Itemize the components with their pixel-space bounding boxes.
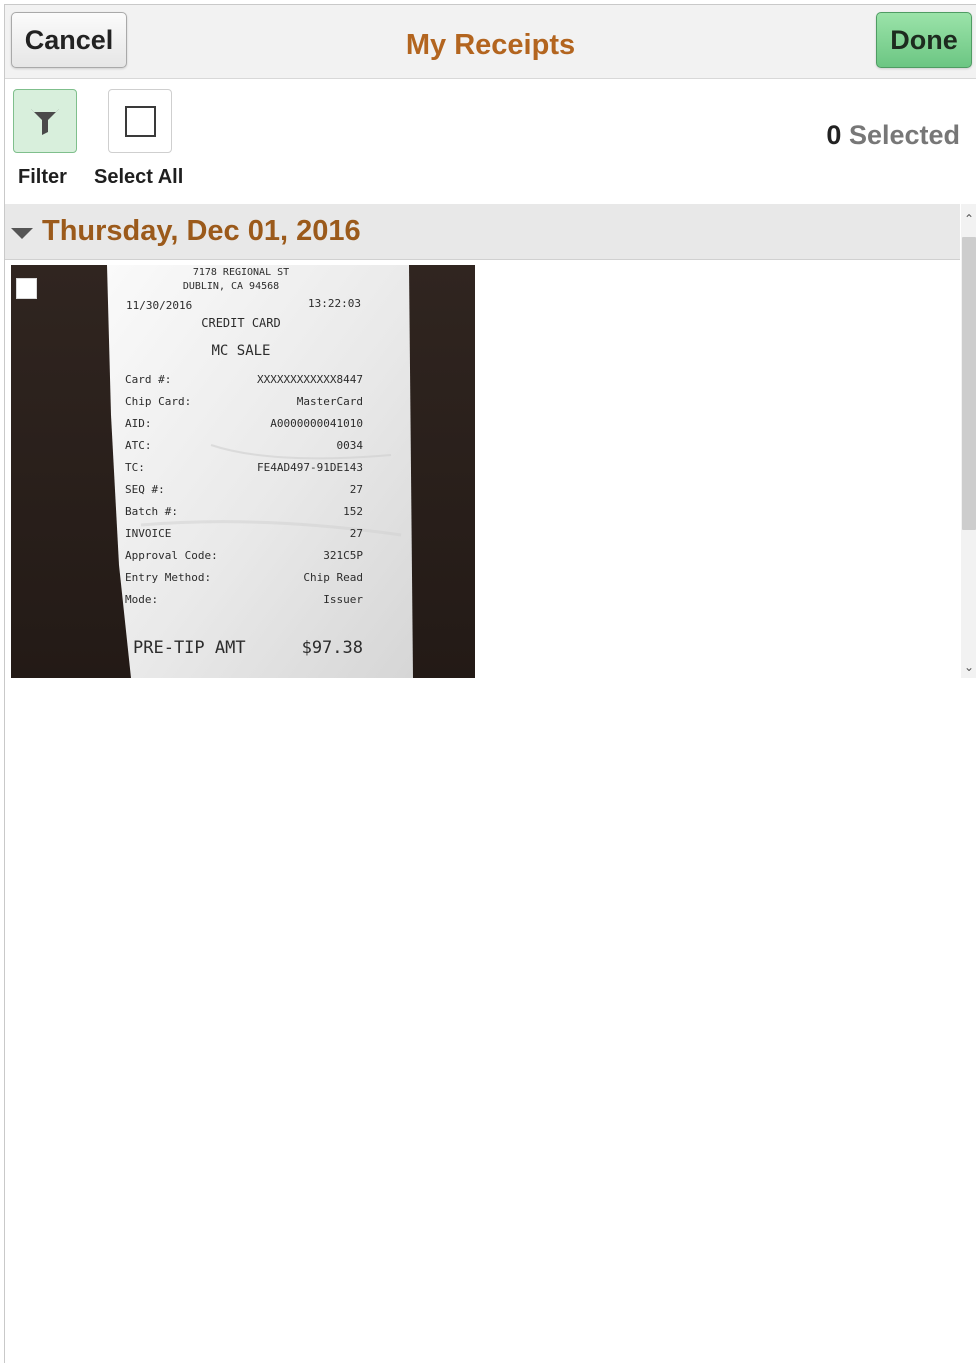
chevron-up-icon[interactable]: ⌃ <box>961 210 976 228</box>
receipt-row-label: Card #: <box>125 373 171 386</box>
date-group-header[interactable]: Thursday, Dec 01, 2016 <box>5 204 960 260</box>
receipt-row-label: Chip Card: <box>125 395 191 408</box>
receipt-time: 13:22:03 <box>308 297 361 310</box>
receipt-row-value: Chip Read <box>303 571 363 584</box>
receipt-row-label: SEQ #: <box>125 483 165 496</box>
receipt-row-value: 152 <box>343 505 363 518</box>
receipt-sale: MC SALE <box>211 343 270 359</box>
receipt-row-label: Mode: <box>125 593 158 606</box>
receipt-row-label: Batch #: <box>125 505 178 518</box>
receipt-total-label: PRE-TIP AMT <box>133 638 246 658</box>
receipt-row-label: INVOICE <box>125 527 171 540</box>
receipt-row-value: XXXXXXXXXXXX8447 <box>257 373 363 386</box>
caret-down-icon <box>11 227 33 239</box>
scrollbar[interactable]: ⌃ ⌄ <box>961 204 976 678</box>
receipt-row-label: Entry Method: <box>125 571 211 584</box>
receipt-address-line-2: DUBLIN, CA 94568 <box>183 281 279 292</box>
receipt-type: CREDIT CARD <box>201 316 280 330</box>
receipt-row-value: 27 <box>350 527 363 540</box>
receipt-total-value: $97.38 <box>302 638 363 658</box>
receipt-row-value: FE4AD497-91DE143 <box>257 461 363 474</box>
funnel-icon <box>31 109 59 135</box>
receipt-checkbox[interactable] <box>16 278 37 299</box>
receipt-row-value: A0000000041010 <box>270 417 363 430</box>
receipt-row-label: Approval Code: <box>125 549 218 562</box>
receipt-row-label: TC: <box>125 461 145 474</box>
receipt-image: 7178 REGIONAL ST DUBLIN, CA 94568 11/30/20… <box>11 265 475 678</box>
receipt-date: 11/30/2016 <box>126 299 192 312</box>
receipt-row-value: 0034 <box>337 439 364 452</box>
receipt-row-value: MasterCard <box>297 395 363 408</box>
receipt-thumbnail[interactable]: 7178 REGIONAL ST DUBLIN, CA 94568 11/30/20… <box>11 265 475 678</box>
selected-count-number: 0 <box>826 120 842 150</box>
chevron-down-icon[interactable]: ⌄ <box>961 658 976 676</box>
cancel-button[interactable]: Cancel <box>11 12 127 68</box>
date-group-title: Thursday, Dec 01, 2016 <box>42 215 361 247</box>
header-bar: Cancel My Receipts Done <box>5 5 976 79</box>
receipt-row-label: ATC: <box>125 439 152 452</box>
toolbar: Filter Select All 0 Selected <box>5 80 976 204</box>
select-all-label: Select All <box>94 166 184 188</box>
receipt-row-value: 27 <box>350 483 363 496</box>
checkbox-icon <box>124 105 156 137</box>
selected-count-label: Selected <box>848 120 960 150</box>
page-title: My Receipts <box>405 28 576 61</box>
scrollbar-thumb[interactable] <box>962 237 976 530</box>
selected-count: 0 Selected <box>826 120 960 151</box>
receipt-row-value: 321C5P <box>323 549 363 562</box>
receipts-panel: Cancel My Receipts Done Filter Select Al… <box>4 4 976 1363</box>
select-all-button[interactable] <box>108 89 172 153</box>
receipt-row-value: Issuer <box>323 593 363 606</box>
done-button[interactable]: Done <box>876 12 972 68</box>
filter-button[interactable] <box>13 89 77 153</box>
receipt-row-label: AID: <box>125 417 152 430</box>
filter-label: Filter <box>18 166 67 188</box>
receipt-address-line-1: 7178 REGIONAL ST <box>193 267 289 278</box>
